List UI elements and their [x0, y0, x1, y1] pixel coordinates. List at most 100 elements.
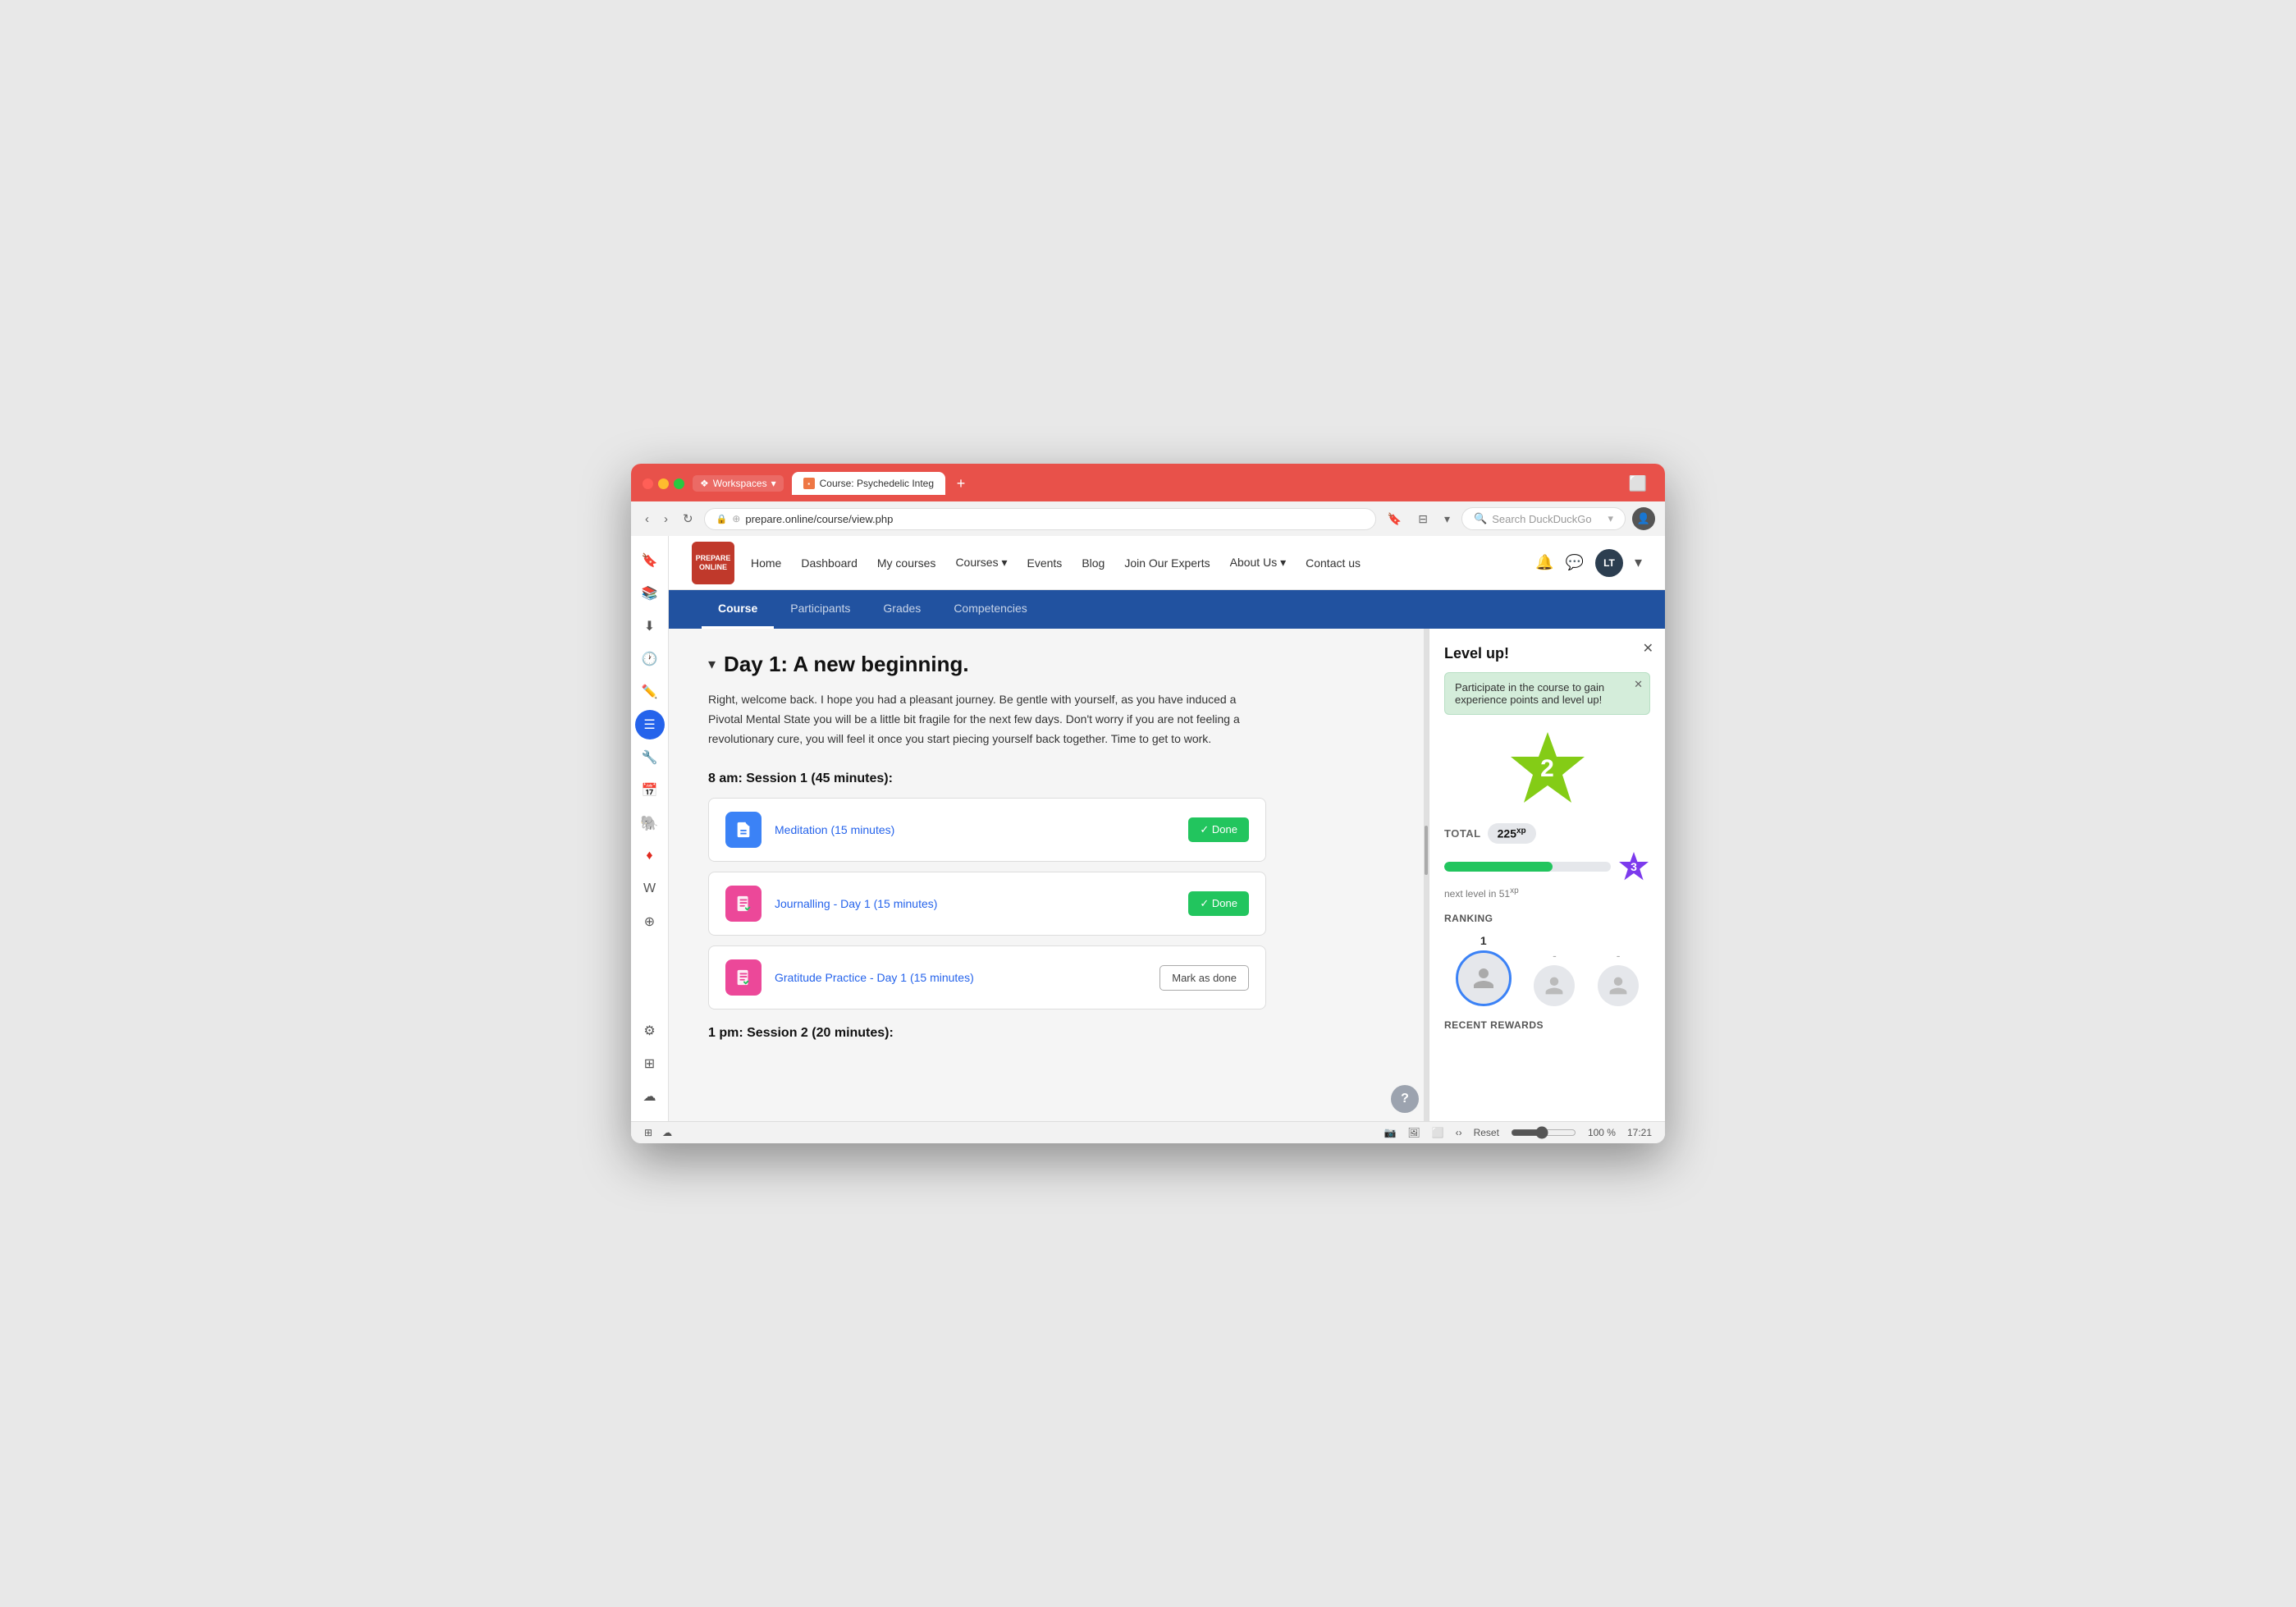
reload-button[interactable]: ↻ [679, 509, 697, 529]
tab-course[interactable]: Course [702, 590, 774, 629]
square-icon[interactable]: ⬜ [1432, 1127, 1444, 1138]
about-chevron-icon: ▾ [1280, 556, 1286, 569]
document-icon [734, 821, 752, 839]
nav-courses[interactable]: Courses ▾ [955, 556, 1007, 570]
chevron-down-icon: ▾ [771, 478, 776, 489]
activity-left-3: Gratitude Practice - Day 1 (15 minutes) [725, 959, 974, 996]
tab-participants[interactable]: Participants [774, 590, 867, 629]
activity-title-meditation[interactable]: Meditation (15 minutes) [775, 823, 894, 836]
mark-as-done-button-gratitude[interactable]: Mark as done [1159, 965, 1249, 991]
rank-avatar-3 [1598, 965, 1639, 1006]
sidebar-item-mastodon[interactable]: 🐘 [635, 808, 665, 838]
screenshot-icon[interactable]: 📷 [1384, 1127, 1396, 1138]
nav-about-us[interactable]: About Us ▾ [1230, 556, 1287, 570]
sidebar-item-settings[interactable]: ⚙ [635, 1016, 665, 1046]
xp-suffix: xp [1516, 826, 1526, 836]
progress-bar-fill [1444, 862, 1553, 872]
main-area: PREPAREONLINE Home Dashboard My courses … [669, 536, 1665, 1121]
zoom-slider[interactable] [1511, 1126, 1576, 1139]
user-avatar-icon-1 [1471, 966, 1496, 991]
progress-row: 3 [1444, 850, 1650, 883]
lock-icon: 🔒 [716, 514, 728, 524]
image-icon[interactable]: 🖼 [1407, 1127, 1420, 1138]
nav-dashboard[interactable]: Dashboard [801, 556, 858, 570]
code-icon[interactable]: ‹› [1456, 1127, 1462, 1138]
sidebar-item-grid[interactable]: ⊞ [635, 1049, 665, 1078]
sidebar-item-edit[interactable]: ✏️ [635, 677, 665, 707]
new-tab-button[interactable]: + [950, 473, 972, 494]
star-level-container: 2 [1444, 728, 1650, 810]
course-tabs: Course Participants Grades Competencies [669, 590, 1665, 629]
sidebar-item-download[interactable]: ⬇ [635, 611, 665, 641]
user-initials: LT [1603, 557, 1615, 569]
workspace-button[interactable]: ❖ Workspaces ▾ [693, 475, 784, 492]
nav-links: Home Dashboard My courses Courses ▾ Even… [751, 556, 1535, 570]
done-button-meditation[interactable]: ✓ Done [1188, 817, 1249, 842]
minimize-button[interactable] [658, 478, 669, 489]
close-panel-button[interactable]: ✕ [1643, 640, 1653, 657]
tab-competencies[interactable]: Competencies [937, 590, 1044, 629]
message-icon[interactable]: 💬 [1566, 554, 1584, 571]
activity-left-2: Journalling - Day 1 (15 minutes) [725, 886, 937, 922]
sidebar-item-list-active[interactable]: ☰ [635, 710, 665, 739]
nav-my-courses[interactable]: My courses [877, 556, 936, 570]
tab-favicon: ▪ [803, 478, 815, 489]
scroll-handle [1425, 826, 1428, 875]
sidebar-item-wikipedia[interactable]: W [635, 874, 665, 904]
nav-join-experts[interactable]: Join Our Experts [1124, 556, 1210, 570]
bookmark-icon[interactable]: 🔖 [1383, 510, 1406, 529]
url-shield-icon: ⊕ [732, 513, 740, 524]
sidebar-item-calendar[interactable]: 📅 [635, 776, 665, 805]
rank-number-2: - [1553, 949, 1557, 962]
ranking-row: 1 - [1444, 934, 1650, 1006]
nav-contact-us[interactable]: Contact us [1306, 556, 1361, 570]
sidebar-item-library[interactable]: 📚 [635, 579, 665, 608]
notification-bell-icon[interactable]: 🔔 [1535, 554, 1553, 571]
cloud-sync-icon[interactable]: ☁ [662, 1127, 672, 1138]
nav-blog[interactable]: Blog [1082, 556, 1105, 570]
browser-menu-icon[interactable]: ⬜ [1622, 475, 1653, 492]
search-icon: 🔍 [1474, 512, 1487, 525]
recent-rewards-label: RECENT REWARDS [1444, 1019, 1650, 1031]
url-bar[interactable]: 🔒 ⊕ prepare.online/course/view.php [704, 508, 1376, 530]
user-avatar[interactable]: LT [1595, 549, 1623, 577]
tab-grades[interactable]: Grades [867, 590, 937, 629]
activity-card-journalling: Journalling - Day 1 (15 minutes) ✓ Done [708, 872, 1266, 936]
search-placeholder: Search DuckDuckGo [1492, 513, 1591, 525]
activity-title-journalling[interactable]: Journalling - Day 1 (15 minutes) [775, 897, 937, 910]
sidebar-item-bookmarks[interactable]: 🔖 [635, 546, 665, 575]
close-button[interactable] [643, 478, 653, 489]
sidebar-item-tools[interactable]: 🔧 [635, 743, 665, 772]
chevron-down-icon[interactable]: ▾ [1439, 510, 1455, 529]
sidebar-item-history[interactable]: 🕐 [635, 644, 665, 674]
browser-tab-active[interactable]: ▪ Course: Psychedelic Integ [792, 472, 945, 495]
reset-label[interactable]: Reset [1474, 1127, 1499, 1138]
sidebar-item-add[interactable]: ⊕ [635, 907, 665, 936]
url-text: prepare.online/course/view.php [745, 513, 893, 525]
user-menu-chevron-icon[interactable]: ▾ [1635, 554, 1642, 571]
back-button[interactable]: ‹ [641, 510, 653, 529]
sidebar-item-vivaldi[interactable]: ♦ [635, 841, 665, 871]
grid-icon[interactable]: ⊞ [644, 1127, 652, 1138]
rank-item-1: 1 [1456, 934, 1512, 1006]
nav-events[interactable]: Events [1027, 556, 1063, 570]
nav-home[interactable]: Home [751, 556, 781, 570]
done-button-journalling[interactable]: ✓ Done [1188, 891, 1249, 916]
xp-tooltip: Participate in the course to gain experi… [1444, 672, 1650, 715]
sidebar-item-cloud[interactable]: ☁ [635, 1082, 665, 1111]
profile-icon[interactable]: 👤 [1632, 507, 1655, 530]
maximize-button[interactable] [674, 478, 684, 489]
next-level-xp: xp [1510, 886, 1519, 895]
forward-button[interactable]: › [660, 510, 672, 529]
rank-avatar-2 [1534, 965, 1575, 1006]
help-button[interactable]: ? [1391, 1085, 1419, 1113]
collapse-arrow-icon[interactable]: ▾ [708, 656, 716, 673]
xp-tooltip-close-icon[interactable]: ✕ [1634, 678, 1643, 691]
day-title: Day 1: A new beginning. [724, 652, 969, 677]
clock: 17:21 [1627, 1127, 1652, 1138]
activity-title-gratitude[interactable]: Gratitude Practice - Day 1 (15 minutes) [775, 971, 974, 984]
nav-right: 🔔 💬 LT ▾ [1535, 549, 1642, 577]
level-up-title: Level up! [1444, 645, 1650, 662]
search-bar[interactable]: 🔍 Search DuckDuckGo ▾ [1461, 507, 1626, 530]
bookmark-list-icon[interactable]: ⊟ [1413, 510, 1433, 529]
